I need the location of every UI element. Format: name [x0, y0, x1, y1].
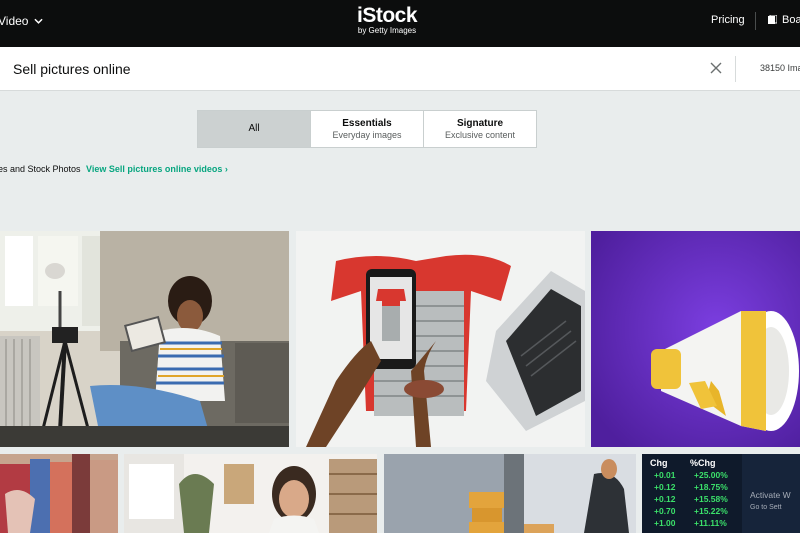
megaphone-photo	[591, 231, 800, 447]
filter-title: Essentials	[342, 117, 392, 129]
boards-link[interactable]: Boards	[768, 14, 800, 26]
ticker-pct: +25.00%	[694, 470, 728, 480]
clothing-rack-photo	[0, 454, 118, 533]
result-count: 38150 Images	[760, 63, 800, 73]
image-tile-megaphone[interactable]	[591, 231, 800, 447]
image-tile-boxes[interactable]	[384, 454, 636, 533]
nav-divider	[755, 12, 756, 30]
search-divider	[735, 56, 736, 82]
watermark-line2: Go to Sett	[750, 504, 782, 511]
stock-ticker-photo: Chg %Chg +0.01 +0.12 +0.12 +0.70 +1.00 +…	[642, 454, 800, 533]
filter-subtitle: Everyday images	[332, 129, 402, 140]
image-tile-clothing-rack[interactable]	[0, 454, 118, 533]
filter-title: All	[248, 123, 260, 134]
image-tile-shop-owner[interactable]	[124, 454, 377, 533]
ticker-pct: +18.75%	[694, 482, 728, 492]
search-input[interactable]	[13, 59, 693, 79]
chevron-down-icon	[34, 18, 44, 24]
image-tile-phone-shirt[interactable]	[296, 231, 585, 447]
content-filter: All Essentials Everyday images Signature…	[197, 110, 537, 148]
ticker-chg: +0.12	[654, 482, 676, 492]
video-menu[interactable]: Video	[0, 14, 44, 28]
boards-label: Boards	[782, 14, 800, 26]
video-menu-label: Video	[0, 14, 29, 28]
boxes-photo	[384, 454, 636, 533]
ticker-chg: +0.01	[654, 470, 676, 480]
watermark-line1: Activate W	[750, 490, 791, 500]
top-nav: Video iStock by Getty Images Pricing Boa…	[0, 0, 800, 47]
vlogger-photo	[0, 231, 289, 447]
image-tile-stock-ticker[interactable]: Chg %Chg +0.01 +0.12 +0.12 +0.70 +1.00 +…	[642, 454, 800, 533]
filter-title: Signature	[456, 117, 504, 129]
ticker-chg: +0.70	[654, 506, 676, 516]
image-tile-vlogger[interactable]	[0, 231, 289, 447]
filter-subtitle: Exclusive content	[444, 129, 516, 140]
board-icon	[768, 15, 777, 24]
phone-shirt-photo	[296, 231, 585, 447]
pricing-link[interactable]: Pricing	[711, 14, 745, 26]
video-results-link[interactable]: View Sell pictures online videos ›	[86, 164, 228, 174]
shop-owner-photo	[124, 454, 377, 533]
close-icon[interactable]	[709, 61, 723, 75]
ticker-pct: +11.11%	[694, 518, 727, 528]
ticker-header: Chg	[650, 458, 668, 468]
ticker-chg: +0.12	[654, 494, 676, 504]
logo-tagline: by Getty Images	[357, 26, 417, 35]
ticker-header: %Chg	[690, 458, 716, 468]
search-bar: 38150 Images	[0, 47, 800, 91]
filter-essentials[interactable]: Essentials Everyday images	[311, 111, 424, 147]
ticker-pct: +15.58%	[694, 494, 728, 504]
ticker-chg: +1.00	[654, 518, 676, 528]
results-heading: es and Stock Photos	[0, 164, 81, 174]
filter-signature[interactable]: Signature Exclusive content	[424, 111, 536, 147]
filter-all[interactable]: All	[198, 111, 311, 147]
ticker-pct: +15.22%	[694, 506, 728, 516]
istock-logo[interactable]: iStock by Getty Images	[342, 5, 432, 36]
logo-wordmark: iStock	[356, 4, 418, 27]
